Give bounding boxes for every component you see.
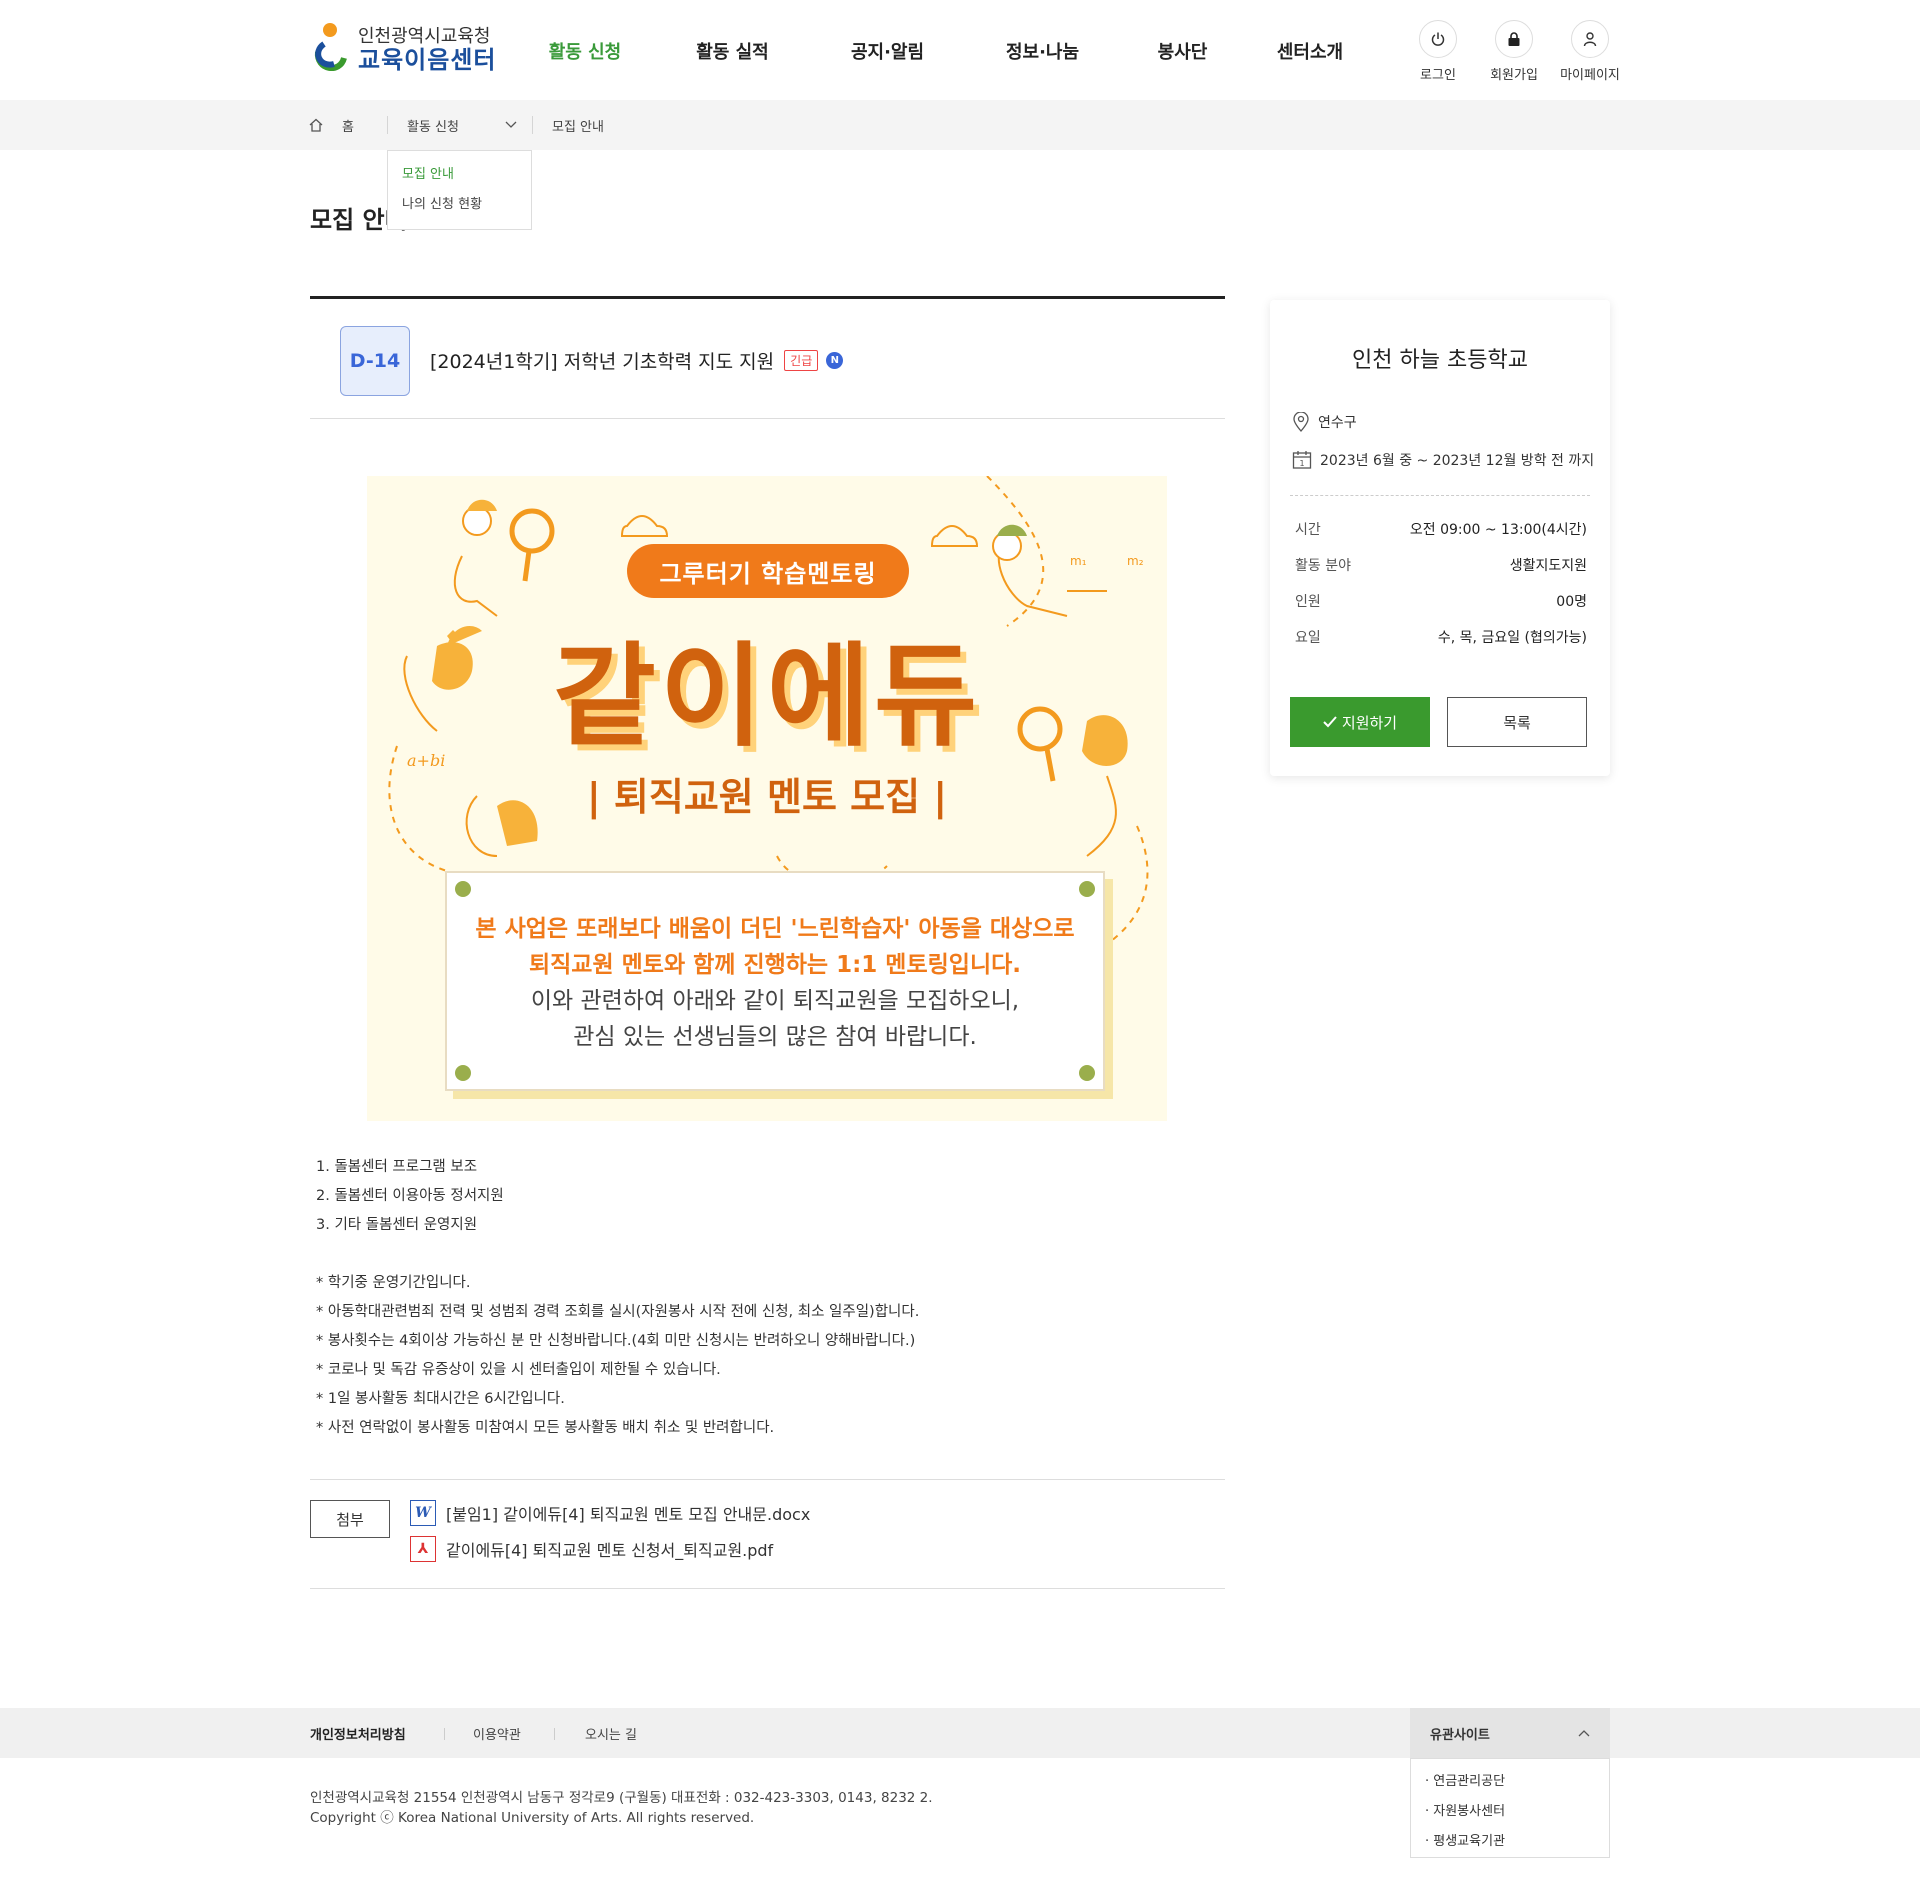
main-nav: 활동 신청 활동 실적 공지·알림 정보·나눔 봉사단 센터소개 xyxy=(520,38,1380,64)
new-badge: N xyxy=(826,352,844,369)
check-icon xyxy=(1323,716,1337,728)
calendar-day: 1 xyxy=(1299,459,1304,468)
related-site-link[interactable]: · 연금관리공단 xyxy=(1425,1767,1595,1797)
footer-address: 인천광역시교육청 21554 인천광역시 남동구 정각로9 (구월동) 대표전화… xyxy=(310,1790,933,1806)
logo-org-name: 인천광역시교육청 xyxy=(358,25,491,47)
breadcrumb-dropdown: 모집 안내 나의 신청 현황 xyxy=(387,150,532,230)
pdf-file-icon: ⅄ xyxy=(410,1536,436,1562)
nav-item-records[interactable]: 활동 실적 xyxy=(650,38,815,64)
breadcrumb-section-label: 활동 신청 xyxy=(407,119,459,135)
divider xyxy=(1290,495,1590,496)
dday-badge: D-14 xyxy=(340,326,410,396)
directions-link[interactable]: 오시는 길 xyxy=(585,1708,637,1758)
logo-center-name: 교육이음센터 xyxy=(358,45,497,74)
attachment-filename: 같이에듀[4] 퇴직교원 멘토 신청서_퇴직교원.pdf xyxy=(446,1541,774,1560)
school-name: 인천 하늘 초등학교 xyxy=(1352,348,1528,373)
word-file-icon: W xyxy=(410,1500,436,1526)
poster-notice-box: 본 사업은 또래보다 배움이 더딘 '느린학습자' 아동을 대상으로 퇴직교원 … xyxy=(445,871,1105,1091)
poster-text-line: 이와 관련하여 아래와 같이 퇴직교원을 모집하오니, xyxy=(530,988,1020,1014)
body-note: * 1일 봉사활동 최대시간은 6시간입니다. xyxy=(316,1391,565,1407)
breadcrumb-current: 모집 안내 xyxy=(552,119,604,135)
attachment-file-pdf[interactable]: ⅄ 같이에듀[4] 퇴직교원 멘토 신청서_퇴직교원.pdf xyxy=(410,1536,773,1562)
footer-info: 인천광역시교육청 21554 인천광역시 남동구 정각로9 (구월동) 대표전화… xyxy=(310,1788,933,1828)
dropdown-item-recruit[interactable]: 모집 안내 xyxy=(402,165,517,195)
post-header: D-14 [2024년1학기] 저학년 기초학력 지도 지원 긴급 N xyxy=(310,299,1225,419)
power-icon xyxy=(1419,20,1457,58)
site-header: 인천광역시교육청 교육이음센터 활동 신청 활동 실적 공지·알림 정보·나눔 … xyxy=(0,0,1920,100)
join-label: 회원가입 xyxy=(1490,68,1538,83)
post-body: 1. 돌봄센터 프로그램 보조 2. 돌봄센터 이용아동 정서지원 3. 기타 … xyxy=(316,1153,919,1443)
breadcrumb-home[interactable]: 홈 xyxy=(308,100,354,150)
poster-headline: 같이에듀 xyxy=(552,632,982,762)
body-note: * 아동학대관련범죄 전력 및 성범죄 경력 조회를 실시(자원봉사 시작 전에… xyxy=(316,1304,920,1320)
body-list-item: 1. 돌봄센터 프로그램 보조 xyxy=(316,1159,478,1175)
nav-item-volunteer[interactable]: 봉사단 xyxy=(1125,38,1240,64)
breadcrumb-section-select[interactable]: 활동 신청 xyxy=(407,100,517,150)
location-pin-icon xyxy=(1293,412,1309,432)
body-list-item: 3. 기타 돌봄센터 운영지원 xyxy=(316,1217,478,1233)
info-row-time: 시간 오전 09:00 ~ 13:00(4시간) xyxy=(1295,522,1587,538)
site-logo[interactable]: 인천광역시교육청 교육이음센터 xyxy=(310,22,496,78)
join-button[interactable]: 회원가입 xyxy=(1476,20,1552,83)
nav-item-info[interactable]: 정보·나눔 xyxy=(960,38,1125,64)
poster-m2: m₂ xyxy=(1127,554,1144,568)
related-site-link[interactable]: · 평생교육기관 xyxy=(1425,1827,1595,1857)
attachments-label: 첨부 xyxy=(310,1500,390,1538)
apply-button[interactable]: 지원하기 xyxy=(1290,697,1430,747)
breadcrumb-home-label: 홈 xyxy=(342,119,354,135)
attachment-filename: [붙임1] 같이에듀[4] 퇴직교원 멘토 모집 안내문.docx xyxy=(446,1505,811,1524)
privacy-policy-link[interactable]: 개인정보처리방침 xyxy=(310,1708,406,1758)
poster-pill: 그루터기 학습멘토링 xyxy=(627,544,909,598)
mypage-label: 마이페이지 xyxy=(1560,68,1620,83)
utility-menu: 로그인 회원가입 마이페이지 xyxy=(1400,20,1628,83)
body-note: * 학기중 운영기간입니다. xyxy=(316,1275,471,1291)
info-row-field: 활동 분야 생활지도지원 xyxy=(1295,558,1587,574)
attachment-file-docx[interactable]: W [붙임1] 같이에듀[4] 퇴직교원 멘토 모집 안내문.docx xyxy=(410,1500,810,1526)
mypage-button[interactable]: 마이페이지 xyxy=(1552,20,1628,83)
lock-icon xyxy=(1495,20,1533,58)
footer-links-bar: 개인정보처리방침 이용약관 오시는 길 xyxy=(0,1708,1920,1758)
body-note: * 봉사횟수는 4회이상 가능하신 분 만 신청바랍니다.(4회 미만 신청시는… xyxy=(316,1333,916,1349)
location-text: 연수구 xyxy=(1318,415,1357,431)
nav-item-notice[interactable]: 공지·알림 xyxy=(815,38,960,64)
login-button[interactable]: 로그인 xyxy=(1400,20,1476,83)
poster-text-line: 관심 있는 선생님들의 많은 참여 바랍니다. xyxy=(573,1024,977,1050)
poster-text-line: 퇴직교원 멘토와 함께 진행하는 1:1 멘토링입니다. xyxy=(528,952,1022,978)
post-title: [2024년1학기] 저학년 기초학력 지도 지원 xyxy=(430,351,775,373)
body-note: * 코로나 및 독감 유증상이 있을 시 센터출입이 제한될 수 있습니다. xyxy=(316,1362,721,1378)
breadcrumb: 홈 활동 신청 모집 안내 xyxy=(0,100,1920,150)
user-icon xyxy=(1571,20,1609,58)
poster-m1: m₁ xyxy=(1070,554,1087,568)
urgent-badge: 긴급 xyxy=(784,350,819,371)
poster-text-line: 본 사업은 또래보다 배움이 더딘 '느린학습자' 아동을 대상으로 xyxy=(475,916,1075,942)
list-button[interactable]: 목록 xyxy=(1447,697,1587,747)
related-sites-toggle[interactable]: 유관사이트 xyxy=(1410,1708,1610,1758)
terms-link[interactable]: 이용약관 xyxy=(473,1708,521,1758)
nav-item-apply[interactable]: 활동 신청 xyxy=(520,38,650,64)
post-detail: D-14 [2024년1학기] 저학년 기초학력 지도 지원 긴급 N a+bi… xyxy=(310,296,1225,1589)
period-text: 2023년 6월 중 ~ 2023년 12월 방학 전 까지 xyxy=(1320,453,1595,469)
body-list-item: 2. 돌봄센터 이용아동 정서지원 xyxy=(316,1188,504,1204)
chevron-down-icon xyxy=(505,121,517,128)
info-row-days: 요일 수, 목, 금요일 (협의가능) xyxy=(1295,630,1587,646)
attachments: 첨부 W [붙임1] 같이에듀[4] 퇴직교원 멘토 모집 안내문.docx ⅄… xyxy=(310,1479,1225,1589)
chevron-up-icon xyxy=(1578,1730,1590,1737)
recruit-poster-image: a+bi m₁ m₂ 그루터기 학습멘토링 같이에듀 | 퇴직교원 멘토 모집 … xyxy=(367,476,1167,1121)
calendar-icon: 1 xyxy=(1292,451,1312,469)
related-sites-list: · 연금관리공단 · 자원봉사센터 · 평생교육기관 xyxy=(1410,1758,1610,1858)
logo-emblem-icon xyxy=(310,22,350,78)
apply-label: 지원하기 xyxy=(1341,714,1398,732)
nav-item-about[interactable]: 센터소개 xyxy=(1240,38,1380,64)
footer-copyright: Copyright ⓒ Korea National University of… xyxy=(310,1810,755,1826)
login-label: 로그인 xyxy=(1420,68,1456,83)
dropdown-item-my-applications[interactable]: 나의 신청 현황 xyxy=(402,195,517,225)
info-row-headcount: 인원 00명 xyxy=(1295,594,1587,610)
body-note: * 사전 연락없이 봉사활동 미참여시 모든 봉사활동 배치 취소 및 반려합니… xyxy=(316,1420,775,1436)
poster-subheadline: | 퇴직교원 멘토 모집 | xyxy=(586,775,948,819)
related-sites-title: 유관사이트 xyxy=(1430,1727,1490,1743)
summary-card: 인천 하늘 초등학교 연수구 1 2023년 6월 중 ~ 2023년 12월 … xyxy=(1270,300,1610,776)
related-site-link[interactable]: · 자원봉사센터 xyxy=(1425,1797,1595,1827)
home-icon xyxy=(309,118,323,132)
